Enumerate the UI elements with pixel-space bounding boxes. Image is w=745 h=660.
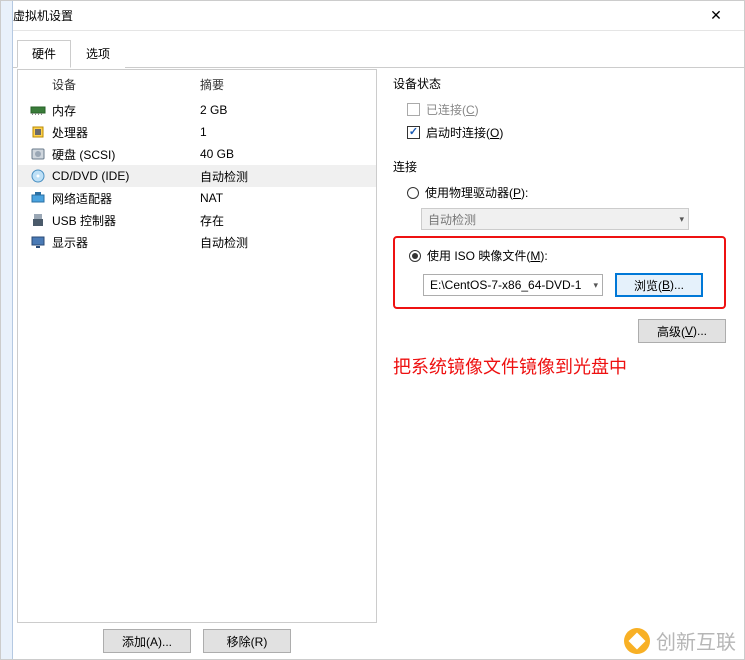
app-left-edge (1, 1, 13, 659)
brand-text: 创新互联 (656, 626, 736, 655)
remove-button[interactable]: 移除(R) (203, 629, 291, 653)
device-row[interactable]: 处理器1 (18, 121, 376, 143)
physical-drive-value: 自动检测 (428, 211, 476, 228)
tab-hardware-label: 硬件 (32, 47, 56, 61)
iso-path-select[interactable]: E:\CentOS-7-x86_64-DVD-1 ▾ (423, 274, 603, 296)
device-row[interactable]: CD/DVD (IDE)自动检测 (18, 165, 376, 187)
device-row[interactable]: USB 控制器存在 (18, 209, 376, 231)
device-row[interactable]: 显示器自动检测 (18, 231, 376, 253)
connect-on-start-box (407, 126, 420, 139)
use-iso-circle (409, 250, 421, 262)
titlebar: 虚拟机设置 ✕ (1, 1, 744, 31)
use-physical-label: 使用物理驱动器(P): (425, 184, 528, 201)
connection-label: 连接 (393, 158, 726, 175)
chevron-down-icon: ▾ (593, 280, 598, 291)
cpu-icon (24, 123, 52, 141)
device-name: 显示器 (52, 234, 200, 251)
close-icon: ✕ (710, 7, 722, 24)
device-row[interactable]: 内存2 GB (18, 99, 376, 121)
left-panel-buttons: 添加(A)... 移除(R) (17, 629, 377, 653)
device-row[interactable]: 硬盘 (SCSI)40 GB (18, 143, 376, 165)
device-summary: 1 (200, 125, 366, 139)
header-summary: 摘要 (200, 76, 366, 93)
device-summary: 2 GB (200, 103, 366, 117)
usb-icon (24, 211, 52, 229)
use-iso-label: 使用 ISO 映像文件(M): (427, 247, 548, 264)
brand-watermark: 创新互联 (624, 626, 736, 655)
memory-icon (24, 101, 52, 119)
device-name: CD/DVD (IDE) (52, 169, 200, 183)
use-physical-radio[interactable]: 使用物理驱动器(P): (393, 181, 726, 204)
use-physical-circle (407, 187, 419, 199)
device-summary: 存在 (200, 212, 366, 229)
tabs-row: 硬件 选项 (1, 31, 744, 68)
net-icon (24, 189, 52, 207)
device-list: 设备 摘要 内存2 GB处理器1硬盘 (SCSI)40 GBCD/DVD (ID… (18, 70, 376, 622)
device-name: USB 控制器 (52, 212, 200, 229)
connect-on-start-checkbox[interactable]: 启动时连接(O) (393, 121, 726, 144)
settings-panel: 设备状态 已连接(C) 启动时连接(O) 连接 使用物理驱动器(P): 自动检测… (387, 69, 732, 623)
iso-highlight-annotation: 使用 ISO 映像文件(M): E:\CentOS-7-x86_64-DVD-1… (393, 236, 726, 309)
close-button[interactable]: ✕ (696, 2, 736, 30)
connected-checkbox: 已连接(C) (393, 98, 726, 121)
window-title: 虚拟机设置 (9, 7, 73, 24)
device-summary: 自动检测 (200, 234, 366, 251)
hdd-icon (24, 145, 52, 163)
header-device: 设备 (52, 76, 200, 93)
cd-icon (24, 167, 52, 185)
physical-drive-select: 自动检测 ▾ (421, 208, 689, 230)
device-status-label: 设备状态 (393, 75, 726, 92)
advanced-button[interactable]: 高级(V)... (638, 319, 726, 343)
device-name: 处理器 (52, 124, 200, 141)
use-iso-radio[interactable]: 使用 ISO 映像文件(M): (395, 244, 718, 267)
device-panel: 设备 摘要 内存2 GB处理器1硬盘 (SCSI)40 GBCD/DVD (ID… (17, 69, 377, 623)
tab-options-label: 选项 (86, 47, 110, 61)
display-icon (24, 233, 52, 251)
red-annotation-text: 把系统镜像文件镜像到光盘中 (393, 353, 726, 379)
device-summary: 自动检测 (200, 168, 366, 185)
device-row[interactable]: 网络适配器NAT (18, 187, 376, 209)
iso-path-value: E:\CentOS-7-x86_64-DVD-1 (430, 278, 581, 292)
device-summary: 40 GB (200, 147, 366, 161)
device-name: 硬盘 (SCSI) (52, 146, 200, 163)
chevron-down-icon: ▾ (679, 214, 684, 225)
device-name: 网络适配器 (52, 190, 200, 207)
add-button[interactable]: 添加(A)... (103, 629, 191, 653)
connect-on-start-label: 启动时连接(O) (426, 124, 503, 141)
connected-label: 已连接(C) (426, 101, 479, 118)
tab-hardware[interactable]: 硬件 (17, 40, 71, 68)
content-area: 设备 摘要 内存2 GB处理器1硬盘 (SCSI)40 GBCD/DVD (ID… (17, 69, 732, 623)
device-summary: NAT (200, 191, 366, 205)
device-list-header: 设备 摘要 (18, 70, 376, 99)
brand-logo-icon (624, 628, 650, 654)
tab-options[interactable]: 选项 (71, 40, 125, 68)
device-name: 内存 (52, 102, 200, 119)
connected-checkbox-box (407, 103, 420, 116)
browse-button[interactable]: 浏览(B)... (615, 273, 703, 297)
